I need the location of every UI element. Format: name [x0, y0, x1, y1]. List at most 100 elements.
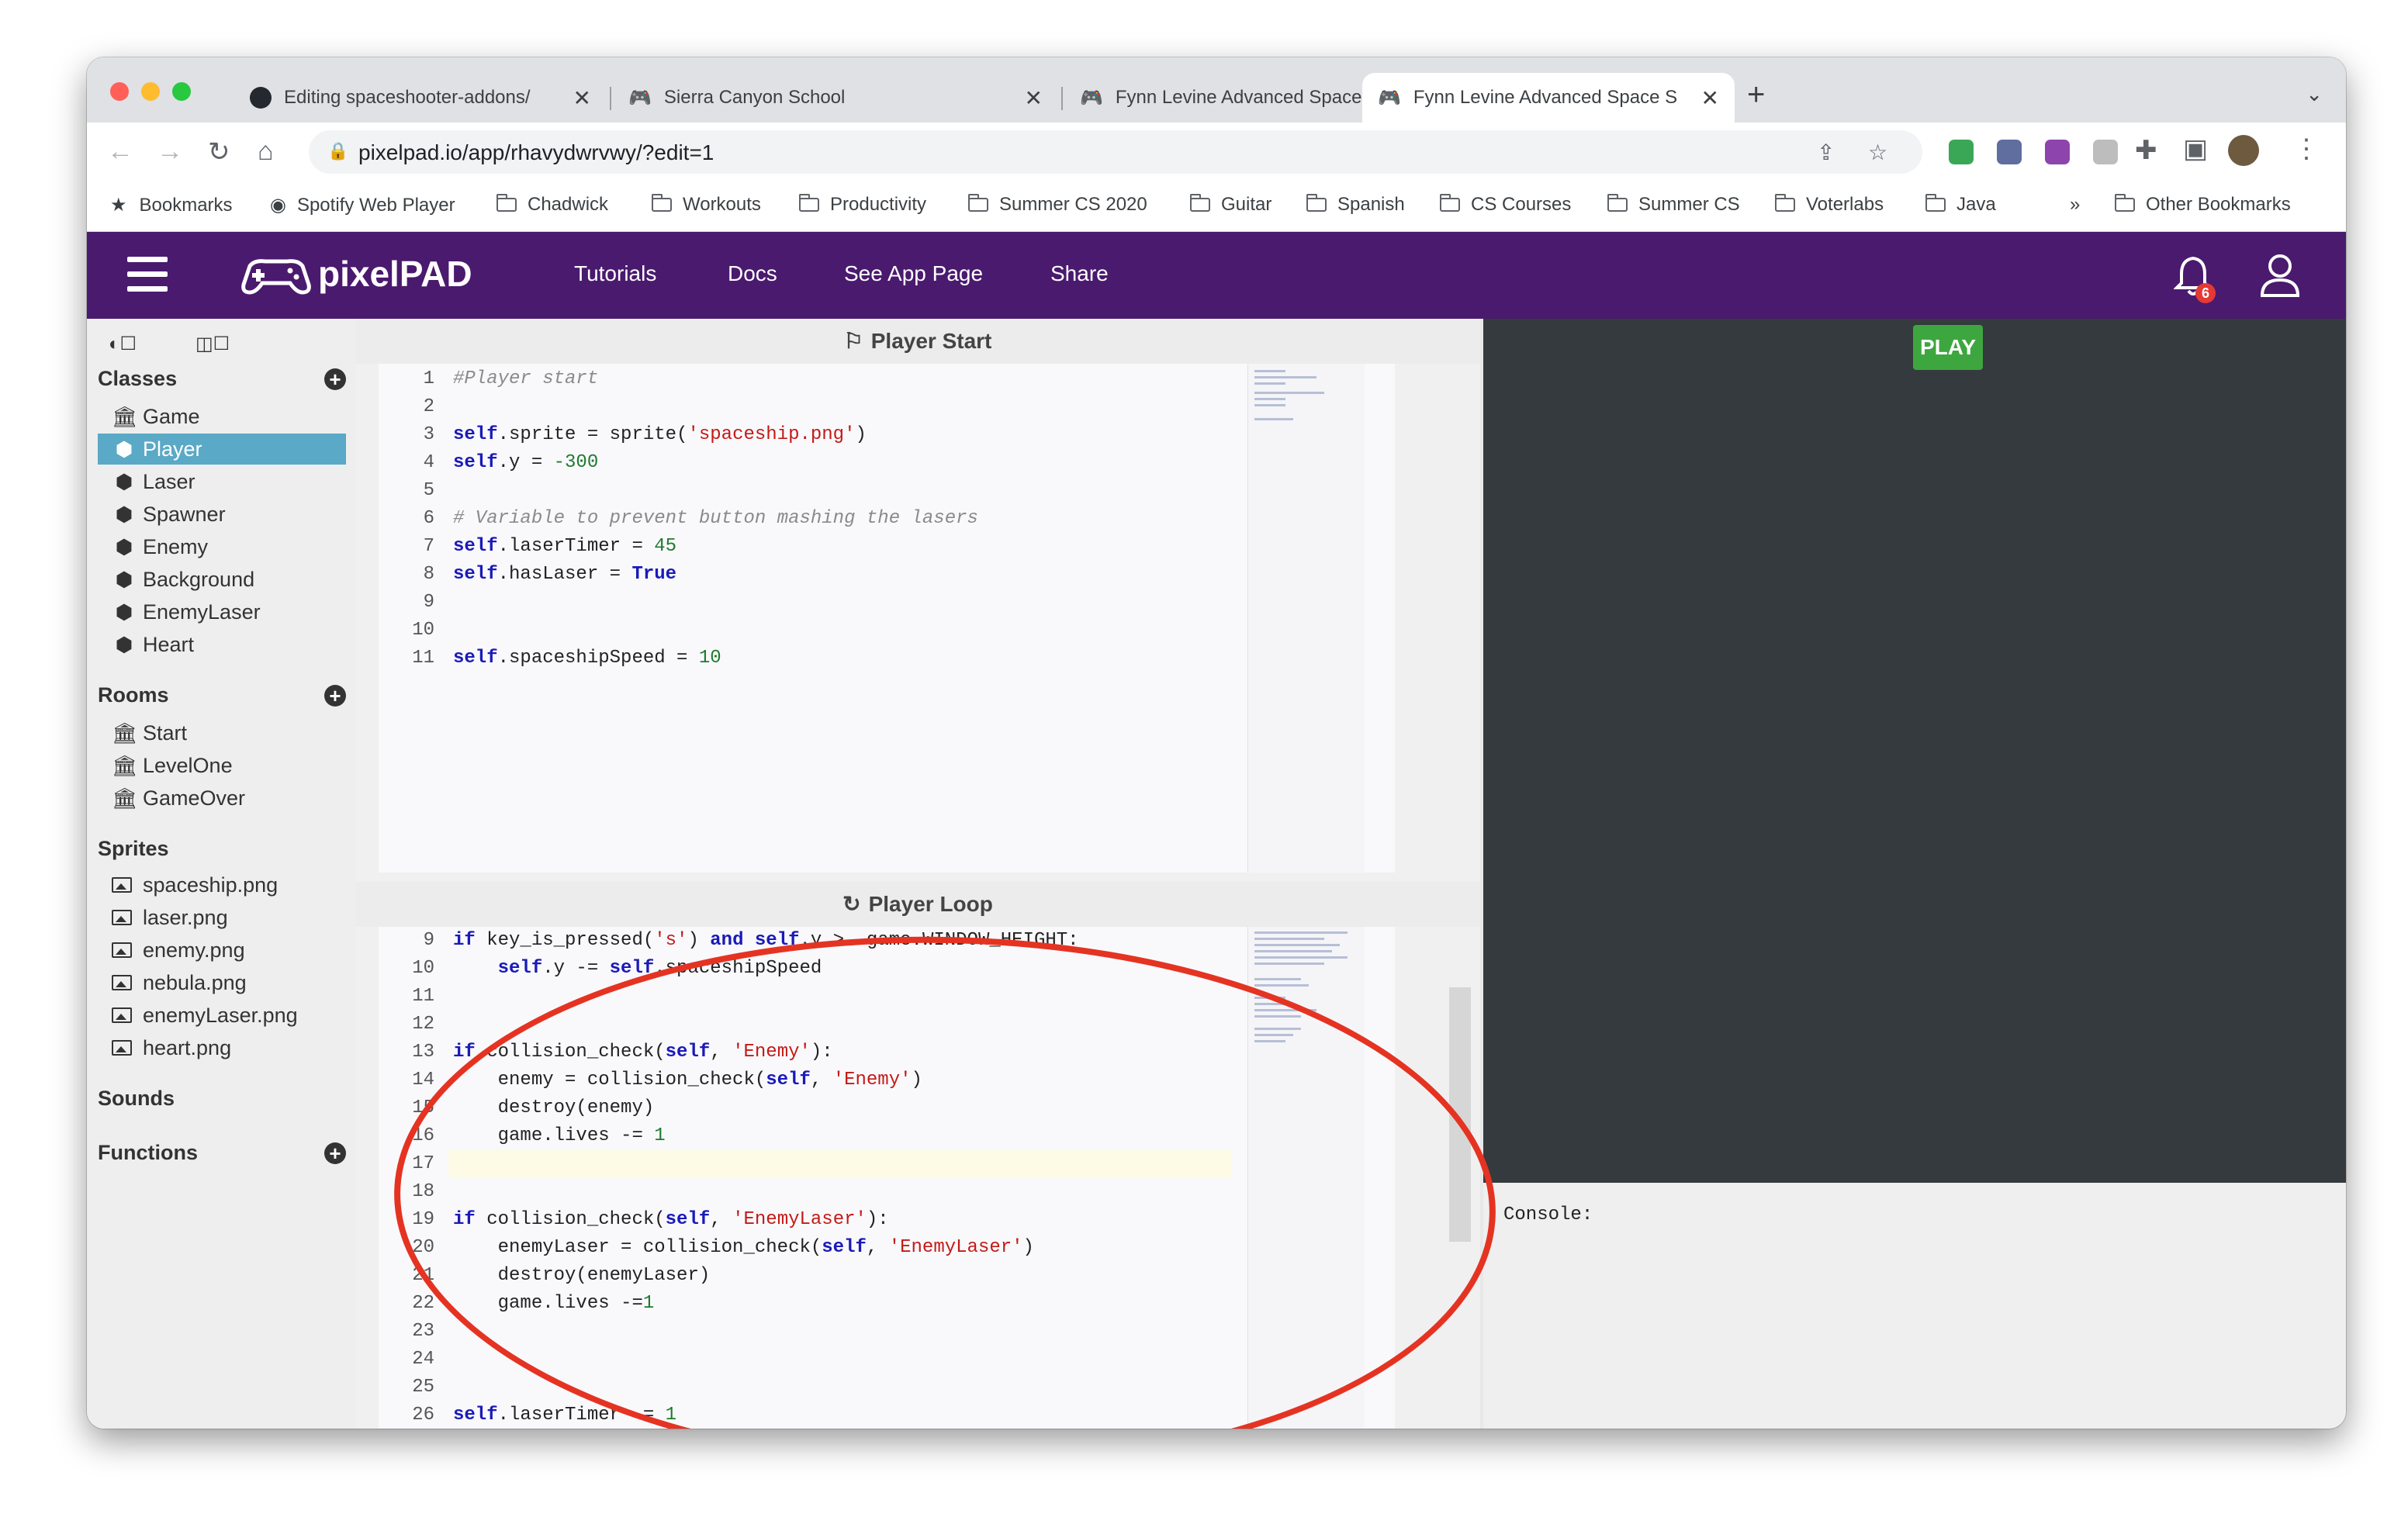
- check-extension-icon[interactable]: [2045, 140, 2070, 164]
- code-text[interactable]: enemyLaser = collision_check(self, 'Enem…: [453, 1234, 1034, 1262]
- room-item-start[interactable]: 🏛 Start: [98, 717, 346, 748]
- loop-code-line[interactable]: 15 destroy(enemy): [379, 1094, 1232, 1122]
- loop-code-line[interactable]: 21 destroy(enemyLaser): [379, 1262, 1232, 1290]
- user-icon[interactable]: [2259, 252, 2301, 299]
- class-item-enemy[interactable]: ⬢ Enemy: [98, 531, 346, 562]
- bookmark-folder-summer-cs[interactable]: Summer CS: [1607, 194, 1740, 216]
- home-icon[interactable]: ⌂: [258, 137, 274, 167]
- code-text[interactable]: self.spaceshipSpeed = 10: [453, 645, 721, 672]
- start-code-line[interactable]: 5: [379, 477, 1232, 505]
- start-code-line[interactable]: 2: [379, 393, 1232, 421]
- code-text[interactable]: game.lives -= 1: [453, 1122, 666, 1150]
- room-item-gameover[interactable]: 🏛 GameOver: [98, 783, 346, 814]
- game-canvas[interactable]: PLAY: [1480, 319, 2346, 1183]
- star-bookmark-icon[interactable]: ☆: [1868, 140, 1887, 165]
- profile-avatar[interactable]: [2228, 135, 2259, 166]
- loop-code-line[interactable]: 24: [379, 1346, 1232, 1374]
- code-text[interactable]: # Variable to prevent button mashing the…: [453, 505, 978, 533]
- nav-share[interactable]: Share: [1050, 261, 1109, 286]
- bookmark-folder-voterlabs[interactable]: Voterlabs: [1775, 194, 1884, 216]
- bookmark-folder-java[interactable]: Java: [1925, 194, 1996, 216]
- loop-code-line[interactable]: 26 self.laserTimer -= 1: [379, 1401, 1232, 1429]
- bookmark-spotify[interactable]: ◉ Spotify Web Player: [270, 194, 455, 216]
- loop-code-line[interactable]: 16 game.lives -= 1: [379, 1122, 1232, 1150]
- more-bookmarks-button[interactable]: »: [2070, 194, 2080, 216]
- start-code-line[interactable]: 11 self.spaceshipSpeed = 10: [379, 645, 1232, 672]
- loop-code-line[interactable]: 13 if collision_check(self, 'Enemy'):: [379, 1039, 1232, 1066]
- nav-see-app-page[interactable]: See App Page: [844, 261, 983, 286]
- nav-tutorials[interactable]: Tutorials: [574, 261, 656, 286]
- share-icon[interactable]: ⇪: [1817, 140, 1835, 165]
- start-code-line[interactable]: 8 self.hasLaser = True: [379, 561, 1232, 589]
- editor-scrollbar[interactable]: [1449, 987, 1471, 1242]
- start-code-line[interactable]: 3 self.sprite = sprite('spaceship.png'): [379, 421, 1232, 449]
- extensions-puzzle-icon[interactable]: ✚: [2135, 135, 2157, 166]
- code-text[interactable]: self.laserTimer -= 1: [453, 1401, 676, 1429]
- tab-search-chevron-icon[interactable]: ⌄: [2306, 82, 2323, 106]
- sprite-item[interactable]: enemyLaser.png: [98, 1000, 346, 1031]
- start-code-line[interactable]: 7 self.laserTimer = 45: [379, 533, 1232, 561]
- close-tab-icon[interactable]: ✕: [573, 85, 591, 111]
- code-text[interactable]: self.laserTimer = 45: [453, 533, 676, 561]
- sprite-item[interactable]: laser.png: [98, 902, 346, 933]
- bookmark-folder-productivity[interactable]: Productivity: [799, 194, 926, 216]
- bookmark-folder-chadwick[interactable]: Chadwick: [496, 194, 608, 216]
- start-code-line[interactable]: 9: [379, 589, 1232, 617]
- sprite-item[interactable]: enemy.png: [98, 935, 346, 966]
- code-text[interactable]: if collision_check(self, 'Enemy'):: [453, 1039, 833, 1066]
- loop-code-line[interactable]: 11: [379, 983, 1232, 1011]
- bookmark-folder-guitar[interactable]: Guitar: [1190, 194, 1271, 216]
- close-tab-icon[interactable]: ✕: [1701, 85, 1719, 111]
- sprite-item[interactable]: heart.png: [98, 1032, 346, 1063]
- code-text[interactable]: destroy(enemy): [453, 1094, 655, 1122]
- loop-code-line[interactable]: 23: [379, 1318, 1232, 1346]
- cast-extension-icon[interactable]: [2093, 140, 2118, 164]
- class-item-heart[interactable]: ⬢ Heart: [98, 629, 346, 660]
- code-text[interactable]: enemy = collision_check(self, 'Enemy'): [453, 1066, 922, 1094]
- pixelpad-logo[interactable]: pixelPAD: [239, 252, 472, 295]
- room-item-levelone[interactable]: 🏛 LevelOne: [98, 750, 346, 781]
- tab-fynn-2-active[interactable]: 🎮 Fynn Levine Advanced Space S ✕: [1362, 73, 1735, 123]
- code-text[interactable]: self.hasLaser = True: [453, 561, 676, 589]
- close-tab-icon[interactable]: ✕: [1025, 85, 1043, 111]
- loop-minimap[interactable]: [1247, 927, 1365, 1429]
- theme-toggle-icon[interactable]: ◐☐: [109, 333, 137, 355]
- new-tab-button[interactable]: +: [1747, 78, 1765, 112]
- loop-code-line[interactable]: 10 self.y -= self.spaceshipSpeed: [379, 955, 1232, 983]
- side-panel-icon[interactable]: ▣: [2183, 133, 2208, 164]
- forward-arrow-icon[interactable]: →: [157, 137, 183, 167]
- bookmark-folder-spanish[interactable]: Spanish: [1306, 194, 1405, 216]
- tab-github[interactable]: Editing spaceshooter-addons/ ✕: [234, 73, 607, 123]
- kebab-menu-icon[interactable]: ⋮: [2293, 133, 2320, 164]
- sprite-item[interactable]: spaceship.png: [98, 869, 346, 900]
- bookmark-folder-workouts[interactable]: Workouts: [652, 194, 761, 216]
- loop-code-line[interactable]: 12: [379, 1011, 1232, 1039]
- maximize-window-button[interactable]: [172, 82, 191, 101]
- start-code-line[interactable]: 10: [379, 617, 1232, 645]
- code-text[interactable]: game.lives -=1: [453, 1290, 655, 1318]
- address-bar[interactable]: 🔒 pixelpad.io/app/rhavydwrvwy/?edit=1 ⇪ …: [309, 130, 1922, 174]
- loop-code-line[interactable]: 19 if collision_check(self, 'EnemyLaser')…: [379, 1206, 1232, 1234]
- class-item-enemylaser[interactable]: ⬢ EnemyLaser: [98, 596, 346, 627]
- start-code-line[interactable]: 4 self.y = -300: [379, 449, 1232, 477]
- class-item-game[interactable]: 🏛 Game: [98, 401, 346, 432]
- player-start-code-editor[interactable]: 1 #Player start 2 3 self.sprite = sprite('sp…: [379, 364, 1395, 873]
- play-button[interactable]: PLAY: [1913, 325, 1983, 370]
- code-text[interactable]: #Player start: [453, 365, 598, 393]
- class-item-background[interactable]: ⬢ Background: [98, 564, 346, 595]
- bookmarks-star[interactable]: ★ Bookmarks: [110, 194, 233, 216]
- loop-code-line[interactable]: 20 enemyLaser = collision_check(self, 'E…: [379, 1234, 1232, 1262]
- back-arrow-icon[interactable]: ←: [107, 137, 133, 167]
- code-text[interactable]: self.sprite = sprite('spaceship.png'): [453, 421, 867, 449]
- close-window-button[interactable]: [110, 82, 129, 101]
- tab-sierra-canyon[interactable]: 🎮 Sierra Canyon School ✕: [613, 73, 1058, 123]
- start-minimap[interactable]: [1247, 364, 1365, 873]
- evernote-extension-icon[interactable]: [1949, 140, 1974, 164]
- add-class-button[interactable]: +: [324, 368, 346, 390]
- loop-code-line[interactable]: 14 enemy = collision_check(self, 'Enemy'…: [379, 1066, 1232, 1094]
- start-code-line[interactable]: 1 #Player start: [379, 365, 1232, 393]
- start-code-line[interactable]: 6 # Variable to prevent button mashing th…: [379, 505, 1232, 533]
- code-text[interactable]: destroy(enemyLaser): [453, 1262, 711, 1290]
- minimize-window-button[interactable]: [141, 82, 160, 101]
- loop-code-line[interactable]: 22 game.lives -=1: [379, 1290, 1232, 1318]
